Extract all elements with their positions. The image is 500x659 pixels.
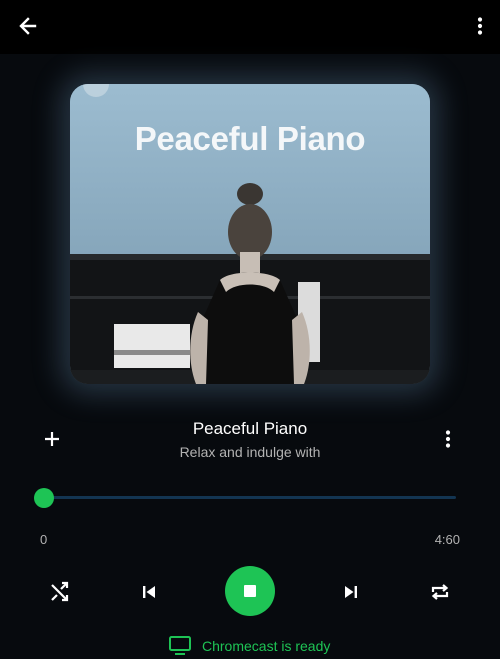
total-duration: 4:60 [434, 532, 460, 547]
cast-status[interactable]: Chromecast is ready [168, 634, 330, 658]
track-subtitle: Relax and indulge with [179, 444, 321, 460]
more-vertical-icon [477, 17, 483, 35]
repeat-icon [431, 584, 449, 600]
shuffle-button[interactable] [46, 578, 74, 606]
cast-status-label: Chromecast is ready [202, 638, 331, 654]
tv-cast-icon [169, 636, 191, 655]
next-button[interactable] [337, 578, 365, 606]
arrow-left-icon [19, 17, 37, 35]
back-button[interactable] [14, 12, 42, 40]
track-info: Peaceful Piano Relax and indulge with [100, 418, 400, 462]
track-title: Peaceful Piano [192, 419, 308, 438]
seek-bar[interactable] [44, 496, 456, 499]
shuffle-icon [51, 581, 69, 602]
elapsed-time: 0 [40, 532, 48, 547]
skip-previous-icon [143, 586, 155, 598]
add-to-library-button[interactable] [38, 425, 66, 453]
plus-icon [45, 432, 59, 446]
skip-next-icon [345, 586, 357, 598]
more-vertical-icon [445, 430, 451, 448]
stop-button[interactable] [225, 566, 275, 616]
album-art-title: Peaceful Piano [134, 120, 366, 157]
track-options-button[interactable] [434, 425, 462, 453]
seek-bar-thumb[interactable] [34, 488, 54, 508]
repeat-button[interactable] [426, 578, 454, 606]
app-bar [0, 0, 500, 54]
previous-button[interactable] [135, 578, 163, 606]
album-art: Peaceful Piano [70, 84, 430, 384]
stop-icon [244, 585, 256, 597]
overflow-menu-button[interactable] [466, 12, 494, 40]
